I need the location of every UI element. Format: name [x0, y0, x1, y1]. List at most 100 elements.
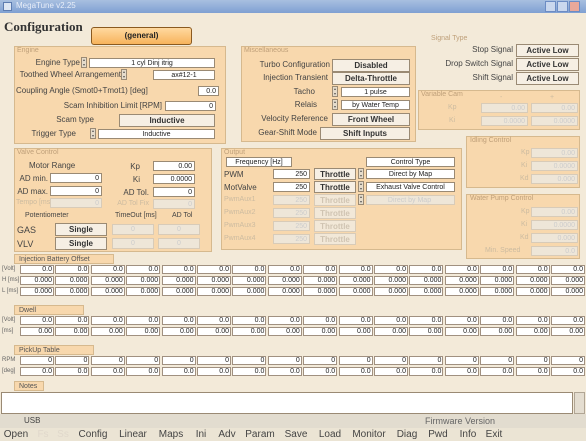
table-cell[interactable]: 0 — [267, 356, 302, 365]
table-cell[interactable]: 0 — [90, 356, 125, 365]
table-cell[interactable]: 0 — [409, 356, 444, 365]
vlv-adtol-field[interactable]: 0 — [158, 238, 200, 249]
output-control-field[interactable]: Direct by Map — [366, 169, 455, 179]
table-cell[interactable]: 0.0 — [161, 367, 196, 376]
table-cell[interactable]: 0.000 — [126, 287, 161, 296]
output-frequency-field[interactable]: 250 — [273, 182, 310, 192]
table-cell[interactable]: 0 — [197, 356, 231, 365]
table-cell[interactable]: 0.0 — [197, 367, 231, 376]
tab-adv[interactable]: Adv — [214, 428, 240, 441]
gearshift-button[interactable]: Shift Inputs — [320, 127, 410, 140]
table-cell[interactable]: 0.0 — [480, 367, 515, 376]
injection-button[interactable]: Delta-Throttle — [332, 72, 410, 85]
table-cell[interactable]: 0.0 — [480, 316, 515, 325]
table-cell[interactable]: 0.0 — [374, 265, 408, 274]
table-cell[interactable]: 0 — [374, 356, 408, 365]
table-cell[interactable]: 0.000 — [55, 287, 90, 296]
table-cell[interactable]: 0.000 — [267, 276, 302, 285]
gas-mode-button[interactable]: Single — [55, 223, 107, 236]
vlv-timeout-field[interactable]: 0 — [112, 238, 154, 249]
coupling-field[interactable]: 0.0 — [198, 86, 219, 96]
table-cell[interactable]: 0.0 — [90, 367, 125, 376]
table-cell[interactable]: 0.000 — [338, 287, 373, 296]
table-cell[interactable]: 0.0 — [55, 367, 90, 376]
wheel-field[interactable]: ax#12-1 — [153, 70, 215, 80]
minimize-button[interactable] — [545, 1, 556, 12]
table-cell[interactable]: 0.0 — [20, 265, 54, 274]
table-cell[interactable]: 0.000 — [20, 276, 54, 285]
table-cell[interactable]: 0.000 — [480, 276, 515, 285]
table-cell[interactable]: 0.00 — [303, 327, 338, 336]
shift-signal-button[interactable]: Active Low — [516, 72, 579, 85]
ad-tol-fix-field[interactable]: 0 — [153, 199, 195, 209]
water-pump-min-speed-field[interactable]: 0.0 — [531, 246, 578, 256]
scam-type-button[interactable]: Inductive — [119, 114, 215, 127]
table-cell[interactable]: 0.000 — [126, 276, 161, 285]
table-cell[interactable]: 0 — [303, 356, 338, 365]
table-cell[interactable]: 0.0 — [161, 265, 196, 274]
output-throttle-button[interactable]: Throttle — [314, 181, 356, 193]
drop-switch-button[interactable]: Active Low — [516, 58, 579, 71]
notes-scrollbar[interactable] — [574, 392, 585, 414]
table-cell[interactable]: 0 — [161, 356, 196, 365]
table-cell[interactable]: 0.0 — [374, 316, 408, 325]
ad-tol-field[interactable]: 0 — [153, 187, 195, 197]
table-cell[interactable]: 0.00 — [161, 327, 196, 336]
table-cell[interactable]: 0.000 — [197, 287, 231, 296]
water-pump-kp-field[interactable]: 0.00 — [531, 207, 578, 217]
table-cell[interactable]: 0.0 — [126, 367, 161, 376]
table-cell[interactable]: 0.0 — [161, 316, 196, 325]
table-cell[interactable]: 0.000 — [551, 276, 585, 285]
table-cell[interactable]: 0 — [515, 356, 550, 365]
table-cell[interactable]: 0.0 — [338, 265, 373, 274]
table-cell[interactable]: 0.0 — [20, 316, 54, 325]
table-cell[interactable]: 0.0 — [232, 316, 267, 325]
table-cell[interactable]: 0.00 — [126, 327, 161, 336]
output-throttle-button[interactable]: Throttle — [314, 220, 356, 232]
table-cell[interactable]: 0.00 — [551, 327, 585, 336]
variable-cam-kp-plus[interactable]: 0.00 — [531, 103, 578, 113]
tab-load[interactable]: Load — [314, 428, 346, 441]
table-cell[interactable]: 0.000 — [232, 287, 267, 296]
table-cell[interactable]: 0.0 — [338, 367, 373, 376]
table-cell[interactable]: 0.0 — [126, 316, 161, 325]
table-cell[interactable]: 0 — [55, 356, 90, 365]
tab-linear[interactable]: Linear — [114, 428, 152, 441]
tab-pwd[interactable]: Pwd — [424, 428, 452, 441]
table-cell[interactable]: 0.000 — [444, 276, 479, 285]
idling-ki-field[interactable]: 0.0000 — [531, 161, 578, 171]
gas-timeout-field[interactable]: 0 — [112, 224, 154, 235]
table-cell[interactable]: 0.0 — [90, 265, 125, 274]
output-control-field[interactable]: Direct by Map — [366, 195, 455, 205]
tab-param[interactable]: Param — [242, 428, 278, 441]
variable-cam-ki-minus[interactable]: 0.0000 — [481, 116, 528, 126]
trigger-type-field[interactable]: Inductive — [98, 129, 215, 139]
table-cell[interactable]: 0 — [232, 356, 267, 365]
output-frequency-field[interactable]: 250 — [273, 234, 310, 244]
vlv-mode-button[interactable]: Single — [55, 237, 107, 250]
table-cell[interactable]: 0.0 — [303, 316, 338, 325]
output-throttle-button[interactable]: Throttle — [314, 194, 356, 206]
tacho-field[interactable]: 1 pulse — [341, 87, 410, 97]
table-cell[interactable]: 0.0 — [515, 367, 550, 376]
table-cell[interactable]: 0.000 — [374, 276, 408, 285]
table-cell[interactable]: 0.00 — [515, 327, 550, 336]
output-throttle-button[interactable]: Throttle — [314, 207, 356, 219]
valve-kp-field[interactable]: 0.00 — [153, 161, 195, 171]
table-cell[interactable]: 0.0 — [444, 265, 479, 274]
table-cell[interactable]: 0.000 — [515, 276, 550, 285]
table-cell[interactable]: 0.0 — [55, 316, 90, 325]
tab-config[interactable]: Config — [74, 428, 112, 441]
table-cell[interactable]: 0.0 — [303, 367, 338, 376]
maximize-button[interactable] — [557, 1, 568, 12]
table-cell[interactable]: 0.0 — [409, 367, 444, 376]
table-cell[interactable]: 0.0 — [232, 265, 267, 274]
tab-exit[interactable]: Exit — [484, 428, 504, 441]
table-cell[interactable]: 0.0 — [374, 367, 408, 376]
engine-type-stepper[interactable] — [81, 57, 87, 68]
tab-diag[interactable]: Diag — [392, 428, 422, 441]
stop-signal-button[interactable]: Active Low — [516, 44, 579, 57]
table-cell[interactable]: 0.0 — [515, 316, 550, 325]
trigger-stepper[interactable] — [90, 128, 96, 139]
output-throttle-button[interactable]: Throttle — [314, 233, 356, 245]
